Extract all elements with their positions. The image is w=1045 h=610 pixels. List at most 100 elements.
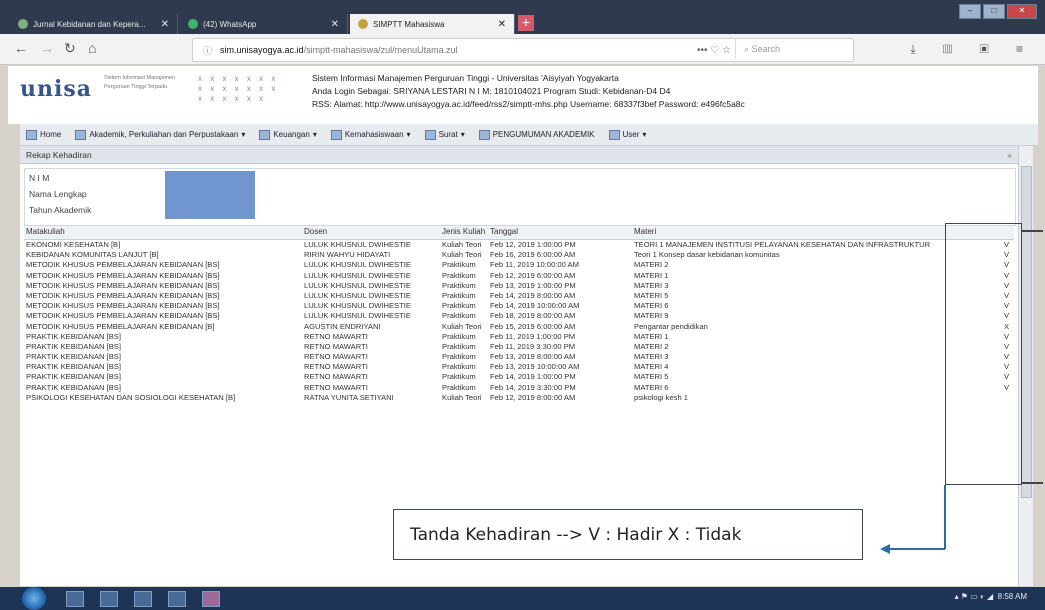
- home-icon[interactable]: ⌂: [88, 40, 96, 56]
- table-row[interactable]: PRAKTIK KEBIDANAN [BS] RETNO MAWARTI Prakt…: [24, 352, 1014, 362]
- cell-dosen: RETNO MAWARTI: [304, 352, 368, 362]
- maximize-icon[interactable]: □: [983, 4, 1005, 19]
- scrollbar-thumb[interactable]: [1021, 166, 1032, 498]
- finance-icon: [259, 129, 271, 140]
- back-icon[interactable]: ←: [14, 40, 28, 56]
- cell-materi: MATERI 1: [634, 331, 669, 341]
- cell-jenis-kuliah: Praktikum: [442, 352, 476, 362]
- cell-jenis-kuliah: Praktikum: [442, 290, 476, 300]
- menu-akademik[interactable]: Akademik, Perkuliahan dan Perpustakaan ▾: [75, 129, 245, 140]
- reload-icon[interactable]: ↻: [64, 40, 76, 57]
- cell-matakuliah: PRAKTIK KEBIDANAN [BS]: [26, 352, 121, 362]
- cell-jenis-kuliah: Praktikum: [442, 331, 476, 341]
- close-icon[interactable]: ✕: [331, 19, 339, 30]
- cell-dosen: RETNO MAWARTI: [304, 341, 368, 351]
- table-row[interactable]: PRAKTIK KEBIDANAN [BS] RETNO MAWARTI Prakt…: [24, 342, 1014, 352]
- browser-icon[interactable]: [202, 591, 220, 607]
- table-row[interactable]: PRAKTIK KEBIDANAN [BS] RETNO MAWARTI Prakt…: [24, 362, 1014, 372]
- cell-jenis-kuliah: Kuliah Teori: [442, 250, 482, 260]
- app-icon[interactable]: [168, 591, 186, 607]
- col-dosen[interactable]: Dosen: [304, 227, 327, 236]
- tab-label: SIMPTT Mahasiswa: [373, 19, 445, 29]
- table-row[interactable]: METODIK KHUSUS PEMBELAJARAN KEBIDANAN [B…: [24, 322, 1014, 332]
- cell-tanggal: Feb 14, 2019 1:00:00 PM: [490, 372, 576, 382]
- cell-materi: MATERI 4: [634, 362, 669, 372]
- word-icon[interactable]: [134, 591, 152, 607]
- close-icon[interactable]: ✕: [161, 19, 169, 30]
- cell-jenis-kuliah: Praktikum: [442, 311, 476, 321]
- cell-tanggal: Feb 12, 2019 6:00:00 AM: [490, 270, 576, 280]
- cell-jenis-kuliah: Kuliah Teori: [442, 392, 482, 402]
- cell-materi: MATERI 9: [634, 311, 669, 321]
- minimize-icon[interactable]: –: [959, 4, 981, 19]
- menu-kemahasiswaan[interactable]: Kemahasiswaan ▾: [330, 129, 411, 140]
- tab-label: Jurnal Kebidanan dan Kepera...: [33, 19, 146, 29]
- menu-surat[interactable]: Surat ▾: [424, 129, 465, 140]
- table-row[interactable]: METODIK KHUSUS PEMBELAJARAN KEBIDANAN [B…: [24, 311, 1014, 321]
- nim-label: N I M: [29, 173, 50, 183]
- cell-tanggal: Feb 11, 2019 1:00:00 PM: [490, 331, 576, 341]
- annotation-arrow-line: [944, 485, 946, 549]
- table-row[interactable]: PRAKTIK KEBIDANAN [BS] RETNO MAWARTI Prakt…: [24, 332, 1014, 342]
- toolbar-icons[interactable]: ⤓ ▥ ▣ ≡: [910, 42, 1035, 57]
- menu-label: Home: [40, 130, 62, 139]
- table-row[interactable]: EKONOMI KESEHATAN [B] LULUK KHUSNUL DWIHE…: [24, 240, 1014, 250]
- col-materi[interactable]: Materi: [634, 227, 656, 236]
- col-tanggal[interactable]: Tanggal: [490, 227, 518, 236]
- col-jenis-kuliah[interactable]: Jenis Kuliah: [442, 227, 485, 236]
- menu-label: PENGUMUMAN AKADEMIK: [492, 130, 595, 139]
- table-row[interactable]: PRAKTIK KEBIDANAN [BS] RETNO MAWARTI Prakt…: [24, 383, 1014, 393]
- system-title: Sistem Informasi Manajemen Perguruan Tin…: [312, 73, 619, 83]
- start-button-icon[interactable]: [22, 587, 46, 610]
- cell-dosen: LULUK KHUSNUL DWIHESTIE: [304, 270, 411, 280]
- cell-dosen: RETNO MAWARTI: [304, 362, 368, 372]
- cell-dosen: LULUK KHUSNUL DWIHESTIE: [304, 311, 411, 321]
- tab-whatsapp[interactable]: (42) WhatsApp ✕: [180, 14, 348, 34]
- table-row[interactable]: METODIK KHUSUS PEMBELAJARAN KEBIDANAN [B…: [24, 301, 1014, 311]
- search-input[interactable]: ⌕ Search: [735, 39, 853, 59]
- menu-keuangan[interactable]: Keuangan ▾: [259, 129, 317, 140]
- address-bar[interactable]: ⓘ sim.unisayogya.ac.id /simptt-mahasiswa…: [192, 38, 854, 62]
- menu-label: Surat: [438, 130, 458, 139]
- cell-materi: MATERI 2: [634, 341, 669, 351]
- annotation-line: [1021, 482, 1043, 484]
- cell-matakuliah: PRAKTIK KEBIDANAN [BS]: [26, 341, 121, 351]
- menu-label: User: [622, 130, 640, 139]
- tab-jurnal[interactable]: Jurnal Kebidanan dan Kepera... ✕: [10, 14, 178, 34]
- cell-tanggal: Feb 15, 2019 6:00:00 AM: [490, 321, 576, 331]
- table-row[interactable]: METODIK KHUSUS PEMBELAJARAN KEBIDANAN [B…: [24, 281, 1014, 291]
- explorer-icon[interactable]: [66, 591, 84, 607]
- main-menu: Home Akademik, Perkuliahan dan Perpustak…: [20, 124, 1038, 146]
- panel-title: Rekap Kehadiran: [26, 150, 92, 160]
- col-matakuliah[interactable]: Matakuliah: [26, 227, 65, 236]
- menu-pengumuman[interactable]: PENGUMUMAN AKADEMIK: [478, 129, 595, 140]
- cell-jenis-kuliah: Praktikum: [442, 260, 476, 270]
- close-window-icon[interactable]: ✕: [1007, 4, 1037, 19]
- new-tab-button[interactable]: +: [518, 15, 534, 31]
- table-row[interactable]: METODIK KHUSUS PEMBELAJARAN KEBIDANAN [B…: [24, 291, 1014, 301]
- collapse-icon[interactable]: «: [1007, 146, 1012, 164]
- page-actions-icon[interactable]: ••• ♡ ☆: [697, 45, 731, 56]
- cell-matakuliah: METODIK KHUSUS PEMBELAJARAN KEBIDANAN [B…: [26, 321, 215, 331]
- attendance-mark-highlight: [945, 223, 1022, 485]
- close-icon[interactable]: ✕: [498, 19, 506, 30]
- table-row[interactable]: METODIK KHUSUS PEMBELAJARAN KEBIDANAN [B…: [24, 271, 1014, 281]
- tab-simptt[interactable]: SIMPTT Mahasiswa ✕: [350, 14, 515, 34]
- table-row[interactable]: PRAKTIK KEBIDANAN [BS] RETNO MAWARTI Prakt…: [24, 372, 1014, 382]
- cell-materi: MATERI 2: [634, 260, 669, 270]
- forward-icon[interactable]: →: [40, 40, 54, 56]
- menu-home[interactable]: Home: [26, 129, 62, 140]
- table-row[interactable]: KEBIDANAN KOMUNITAS LANJUT [B] RIRIN WAHY…: [24, 250, 1014, 260]
- menu-user[interactable]: User ▾: [608, 129, 646, 140]
- table-row[interactable]: METODIK KHUSUS PEMBELAJARAN KEBIDANAN [B…: [24, 260, 1014, 270]
- info-icon[interactable]: ⓘ: [203, 44, 212, 57]
- table-row[interactable]: PSIKOLOGI KESEHATAN DAN SOSIOLOGI KESEHA…: [24, 393, 1014, 403]
- redaction-box: [165, 171, 255, 219]
- logo: unisa: [20, 76, 92, 102]
- cell-dosen: RETNO MAWARTI: [304, 331, 368, 341]
- year-label: Tahun Akademik: [29, 205, 92, 215]
- excel-icon[interactable]: [100, 591, 118, 607]
- cell-matakuliah: PRAKTIK KEBIDANAN [BS]: [26, 362, 121, 372]
- app-header: unisa Sistem Informasi Manajemen Perguru…: [8, 66, 1038, 124]
- browser-navbar: ← → ↻ ⌂ ⓘ sim.unisayogya.ac.id /simptt-m…: [0, 34, 1045, 65]
